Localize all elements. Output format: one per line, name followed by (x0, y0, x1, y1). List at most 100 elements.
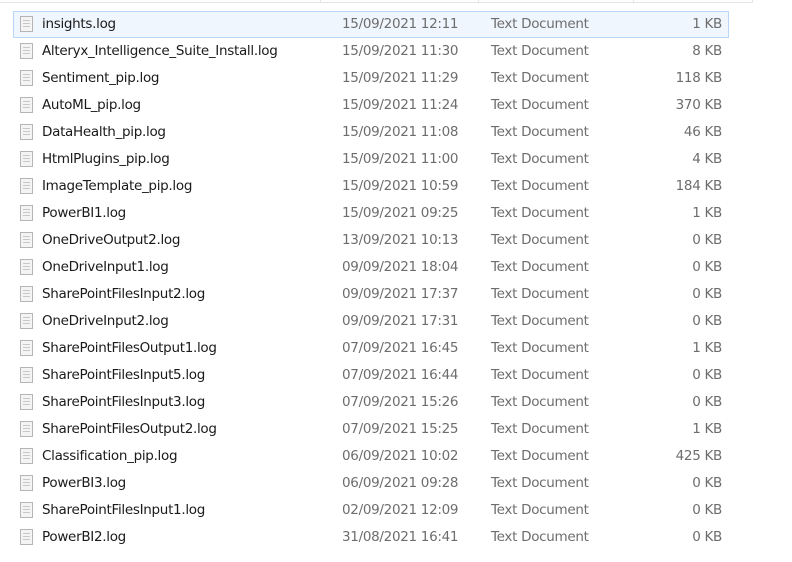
file-row[interactable]: SharePointFilesInput3.log 07/09/2021 15:… (13, 389, 729, 416)
file-size: 425 KB (675, 448, 723, 464)
file-row[interactable]: OneDriveOutput2.log 13/09/2021 10:13 Tex… (13, 227, 729, 254)
file-row[interactable]: PowerBI3.log 06/09/2021 09:28 Text Docum… (13, 470, 729, 497)
file-date-modified: 07/09/2021 15:26 (342, 394, 459, 410)
file-type: Text Document (491, 421, 589, 437)
file-date-modified: 06/09/2021 10:02 (342, 448, 459, 464)
file-name: SharePointFilesInput5.log (42, 367, 206, 383)
file-date-modified: 09/09/2021 17:31 (342, 313, 459, 329)
file-row[interactable]: Classification_pip.log 06/09/2021 10:02 … (13, 443, 729, 470)
file-date-modified: 15/09/2021 11:08 (342, 124, 459, 140)
text-document-icon (20, 313, 33, 329)
file-row[interactable]: AutoML_pip.log 15/09/2021 11:24 Text Doc… (13, 92, 729, 119)
file-type: Text Document (491, 367, 589, 383)
file-type: Text Document (491, 97, 589, 113)
file-row[interactable]: DataHealth_pip.log 15/09/2021 11:08 Text… (13, 119, 729, 146)
text-document-icon (20, 70, 33, 86)
text-document-icon (20, 448, 33, 464)
file-name: PowerBI3.log (42, 475, 126, 491)
file-name: Classification_pip.log (42, 448, 178, 464)
file-row[interactable]: SharePointFilesOutput1.log 07/09/2021 16… (13, 335, 729, 362)
file-name: SharePointFilesInput1.log (42, 502, 206, 518)
file-type: Text Document (491, 286, 589, 302)
file-row[interactable]: SharePointFilesInput1.log 02/09/2021 12:… (13, 497, 729, 524)
file-name: PowerBI1.log (42, 205, 126, 221)
file-date-modified: 07/09/2021 15:25 (342, 421, 459, 437)
file-name: SharePointFilesOutput2.log (42, 421, 217, 437)
file-type: Text Document (491, 232, 589, 248)
text-document-icon (20, 529, 33, 545)
file-date-modified: 15/09/2021 11:29 (342, 70, 459, 86)
file-name: SharePointFilesInput3.log (42, 394, 206, 410)
text-document-icon (20, 178, 33, 194)
file-row[interactable]: PowerBI1.log 15/09/2021 09:25 Text Docum… (13, 200, 729, 227)
text-document-icon (20, 394, 33, 410)
file-date-modified: 09/09/2021 18:04 (342, 259, 459, 275)
file-date-modified: 15/09/2021 09:25 (342, 205, 459, 221)
file-date-modified: 15/09/2021 11:30 (342, 43, 459, 59)
file-date-modified: 09/09/2021 17:37 (342, 286, 459, 302)
file-row[interactable]: Sentiment_pip.log 15/09/2021 11:29 Text … (13, 65, 729, 92)
file-name: PowerBI2.log (42, 529, 126, 545)
file-row[interactable]: OneDriveInput1.log 09/09/2021 18:04 Text… (13, 254, 729, 281)
file-date-modified: 15/09/2021 10:59 (342, 178, 459, 194)
file-size: 46 KB (683, 124, 722, 140)
file-size: 1 KB (692, 340, 722, 356)
file-type: Text Document (491, 448, 589, 464)
column-divider[interactable] (752, 0, 753, 3)
file-name: OneDriveOutput2.log (42, 232, 181, 248)
text-document-icon (20, 340, 33, 356)
file-type: Text Document (491, 43, 589, 59)
file-row[interactable]: OneDriveInput2.log 09/09/2021 17:31 Text… (13, 308, 729, 335)
file-size: 370 KB (675, 97, 723, 113)
text-document-icon (20, 367, 33, 383)
text-document-icon (20, 502, 33, 518)
file-size: 1 KB (692, 205, 722, 221)
text-document-icon (20, 43, 33, 59)
file-size: 0 KB (692, 529, 722, 545)
file-name: OneDriveInput2.log (42, 313, 169, 329)
file-type: Text Document (491, 151, 589, 167)
file-name: Sentiment_pip.log (42, 70, 160, 86)
text-document-icon (20, 205, 33, 221)
text-document-icon (20, 16, 33, 32)
file-row[interactable]: PowerBI2.log 31/08/2021 16:41 Text Docum… (13, 524, 729, 551)
file-size: 0 KB (692, 286, 722, 302)
file-size: 0 KB (692, 475, 722, 491)
text-document-icon (20, 151, 33, 167)
file-date-modified: 15/09/2021 11:00 (342, 151, 459, 167)
text-document-icon (20, 421, 33, 437)
file-name: HtmlPlugins_pip.log (42, 151, 170, 167)
file-date-modified: 15/09/2021 12:11 (342, 16, 459, 32)
file-row[interactable]: insights.log 15/09/2021 12:11 Text Docum… (13, 11, 729, 38)
file-type: Text Document (491, 313, 589, 329)
file-size: 0 KB (692, 259, 722, 275)
file-type: Text Document (491, 70, 589, 86)
file-date-modified: 06/09/2021 09:28 (342, 475, 459, 491)
file-row[interactable]: HtmlPlugins_pip.log 15/09/2021 11:00 Tex… (13, 146, 729, 173)
file-row[interactable]: SharePointFilesInput5.log 07/09/2021 16:… (13, 362, 729, 389)
file-row[interactable]: SharePointFilesOutput2.log 07/09/2021 15… (13, 416, 729, 443)
file-size: 184 KB (675, 178, 723, 194)
file-name: Alteryx_Intelligence_Suite_Install.log (42, 43, 278, 59)
file-type: Text Document (491, 205, 589, 221)
text-document-icon (20, 286, 33, 302)
file-row[interactable]: SharePointFilesInput2.log 09/09/2021 17:… (13, 281, 729, 308)
file-type: Text Document (491, 124, 589, 140)
file-type: Text Document (491, 475, 589, 491)
file-size: 0 KB (692, 232, 722, 248)
file-date-modified: 15/09/2021 11:24 (342, 97, 459, 113)
column-divider[interactable] (633, 0, 634, 3)
file-size: 1 KB (692, 421, 722, 437)
column-divider[interactable] (320, 0, 321, 3)
file-type: Text Document (491, 178, 589, 194)
file-size: 0 KB (692, 502, 722, 518)
file-date-modified: 07/09/2021 16:45 (342, 340, 459, 356)
file-row[interactable]: ImageTemplate_pip.log 15/09/2021 10:59 T… (13, 173, 729, 200)
file-name: ImageTemplate_pip.log (42, 178, 193, 194)
file-row[interactable]: Alteryx_Intelligence_Suite_Install.log 1… (13, 38, 729, 65)
column-divider[interactable] (478, 0, 479, 3)
file-type: Text Document (491, 16, 589, 32)
file-date-modified: 31/08/2021 16:41 (342, 529, 459, 545)
file-name: AutoML_pip.log (42, 97, 141, 113)
text-document-icon (20, 232, 33, 248)
